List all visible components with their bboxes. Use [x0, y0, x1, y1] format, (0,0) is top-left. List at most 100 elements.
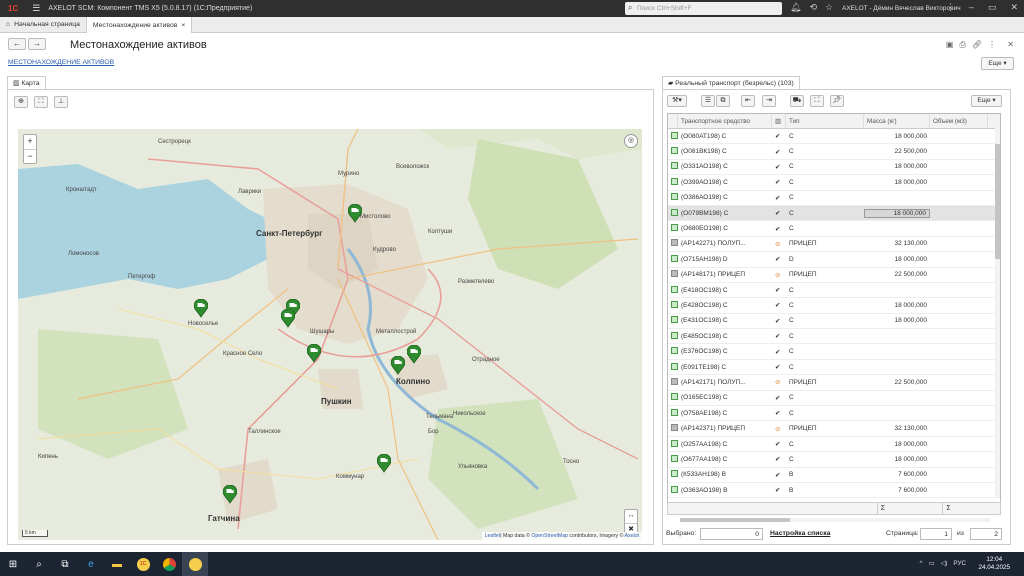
tab-vehicles[interactable]: ▰ Реальный транспорт (безрельс) (103) [662, 76, 800, 89]
table-row[interactable]: (АР142271) ПОЛУП... ⊘ ПРИЦЕП 32 130,000 [668, 237, 1000, 253]
star-icon[interactable]: ☆ [825, 2, 833, 13]
table-row[interactable]: (Е428ОС198) С ✔ С 18 000,000 [668, 298, 1000, 314]
vehicle-marker-icon[interactable] [377, 454, 391, 473]
table-row[interactable]: (Е376ОС198) С ✔ С [668, 344, 1000, 360]
explorer-icon[interactable]: ▬ [104, 552, 130, 576]
main-menu-icon[interactable]: ☰ [32, 3, 40, 14]
col-mass[interactable]: Масса (кг) [864, 114, 930, 128]
leaflet-link[interactable]: Leaflet [485, 533, 501, 539]
vehicle-marker-icon[interactable] [391, 356, 405, 375]
first-page-button[interactable]: ⇤ [741, 95, 755, 107]
table-row[interactable]: (Е091ТЕ198) С ✔ С [668, 360, 1000, 376]
table-row[interactable]: (Е418ОС198) С ✔ С [668, 283, 1000, 299]
list-view-button[interactable]: ☰ [701, 95, 715, 107]
tab-map[interactable]: ▥ Карта [7, 76, 46, 89]
save-icon[interactable]: ▣ [946, 40, 954, 50]
map-view[interactable]: + − ◎ Кронштадт Сестрорецк Санкт-Петербу… [18, 129, 642, 540]
tab-asset-location[interactable]: Местонахождение активов × [86, 17, 193, 34]
table-row[interactable]: (Е431ОС198) С ✔ С 18 000,000 [668, 314, 1000, 330]
grid-more-button[interactable]: Еще ▾ [971, 95, 1002, 107]
fit-bounds-button[interactable]: ⛶ [34, 96, 48, 108]
table-row[interactable]: (О680ЕО198) С ✔ С [668, 221, 1000, 237]
axelot-link[interactable]: Axelot [625, 533, 639, 539]
table-row[interactable]: (О715АН198) D ✔ D 18 000,000 [668, 252, 1000, 268]
tab-home[interactable]: ⌂ Начальная страница [0, 17, 87, 32]
table-row[interactable]: (О331АО198) С ✔ С 18 000,000 [668, 160, 1000, 176]
fit-bounds-button-2[interactable]: ⛶ [810, 95, 824, 107]
col-volume[interactable]: Объем (м3) [930, 114, 988, 128]
table-row[interactable]: (К533АН198) В ✔ В 7 600,000 [668, 468, 1000, 483]
table-row[interactable]: (О080АТ198) С ✔ С 18 000,000 [668, 129, 1000, 145]
close-form-icon[interactable]: ✕ [1007, 40, 1014, 49]
forward-button[interactable]: → [28, 38, 46, 50]
measure-icon[interactable]: ↔ [625, 510, 637, 523]
zoom-out-button[interactable]: − [24, 149, 36, 163]
clock[interactable]: 12:04 24.04.2025 [978, 556, 1010, 572]
vehicle-group-button[interactable]: ⛟ [790, 95, 804, 107]
menu-dots-icon[interactable]: ⋮ [946, 2, 955, 13]
layers-icon[interactable]: ◎ [624, 134, 638, 148]
table-row[interactable]: (О399АО198) С ✔ С 18 000,000 [668, 175, 1000, 191]
table-row[interactable]: (Е485ОС198) С ✔ С [668, 329, 1000, 345]
col-vehicle[interactable]: Транспортное средство [678, 114, 772, 128]
table-row[interactable]: (АР148171) ПРИЦЕП ⊘ ПРИЦЕП 22 500,000 [668, 268, 1000, 283]
table-row[interactable]: (АР142371) ПРИЦЕП ⊘ ПРИЦЕП 32 130,000 [668, 421, 1000, 437]
table-row[interactable]: (О079ВМ198) С ✔ С 18 000,000 [668, 205, 1000, 222]
back-button[interactable]: ← [8, 38, 26, 50]
chrome-icon[interactable] [156, 552, 182, 576]
breadcrumb-link[interactable]: МЕСТОНАХОЖДЕНИЕ АКТИВОВ [8, 59, 114, 66]
maximize-icon[interactable]: ▭ [988, 2, 997, 13]
table-row[interactable]: (О677АА198) С ✔ С 18 000,000 [668, 452, 1000, 468]
selected-count-field[interactable]: 0 [700, 528, 763, 540]
bell-icon[interactable]: 🔔︎ [790, 2, 801, 13]
minimize-icon[interactable]: – [969, 2, 974, 13]
volume-icon[interactable]: ◁) [940, 560, 947, 567]
vehicle-marker-icon[interactable] [194, 299, 208, 318]
print-icon[interactable]: ⎙ [959, 40, 965, 50]
vehicle-marker-icon[interactable] [223, 485, 237, 504]
history-icon[interactable]: ⟲ [809, 2, 817, 13]
page-number-field[interactable]: 1 [920, 528, 952, 540]
vehicle-marker-icon[interactable] [307, 344, 321, 363]
osm-link[interactable]: OpenStreetMap [531, 533, 568, 539]
table-row[interactable]: (О081ВК198) С ✔ С 22 500,000 [668, 144, 1000, 160]
windows-start-icon[interactable]: ⊞ [0, 552, 26, 576]
zoom-in-button[interactable]: + [24, 135, 36, 149]
1c-active-icon[interactable] [182, 552, 208, 576]
vehicle-marker-icon[interactable] [407, 345, 421, 364]
table-row[interactable]: (О386АО198) С ✔ С [668, 191, 1000, 206]
map-col-icon[interactable]: ▥ [772, 114, 786, 128]
close-tab-icon[interactable]: × [181, 22, 185, 29]
vehicle-marker-icon[interactable] [348, 204, 362, 223]
language-indicator[interactable]: РУС [953, 560, 966, 567]
table-row[interactable]: (О257АА198) С ✔ С 18 000,000 [668, 437, 1000, 453]
table-row[interactable]: (О758АЕ198) С ✔ С [668, 406, 1000, 422]
horizontal-scrollbar[interactable] [680, 518, 990, 522]
more-vert-icon[interactable]: ⋮ [988, 40, 996, 50]
tree-view-button[interactable]: ⧉ [716, 95, 730, 107]
table-row[interactable]: (АР142171) ПОЛУП... ⊘ ПРИЦЕП 22 500,000 [668, 375, 1000, 391]
table-row[interactable]: (О165ЕС198) С ✔ С [668, 391, 1000, 407]
list-settings-link[interactable]: Настройка списка [770, 530, 830, 537]
close-icon[interactable]: ✕ [1010, 2, 1018, 13]
current-user[interactable]: AXELOT - Дёмин Вячеслав Викторович [842, 5, 961, 12]
edge-icon[interactable]: e [78, 552, 104, 576]
1c-icon[interactable]: 1С [130, 552, 156, 576]
pin-button[interactable]: ⊥ [54, 96, 68, 108]
network-icon[interactable]: ▭ [928, 560, 934, 567]
vertical-scrollbar[interactable] [995, 128, 1000, 498]
global-search-input[interactable]: ⌕ Поиск Ctrl+Shift+F [625, 2, 782, 15]
tools-dropdown-button[interactable]: ⚒▾ [667, 95, 687, 107]
mass-cell: 18 000,000 [894, 440, 927, 448]
locate-button[interactable]: ⊕ [14, 96, 28, 108]
search-icon[interactable]: ⌕ [26, 552, 52, 576]
col-type[interactable]: Тип [786, 114, 864, 128]
pin-button-2[interactable]: 📌︎ [830, 95, 844, 107]
next-page-button[interactable]: ⇥ [762, 95, 776, 107]
link-icon[interactable]: 🔗︎ [972, 40, 982, 50]
more-button[interactable]: Еще ▾ [981, 57, 1014, 70]
tray-arrow-icon[interactable]: ^ [920, 560, 923, 567]
table-row[interactable]: (О363АО198) В ✔ В 7 600,000 [668, 483, 1000, 499]
task-view-icon[interactable]: ⧉ [52, 552, 78, 576]
vehicle-marker-icon[interactable] [281, 309, 295, 328]
